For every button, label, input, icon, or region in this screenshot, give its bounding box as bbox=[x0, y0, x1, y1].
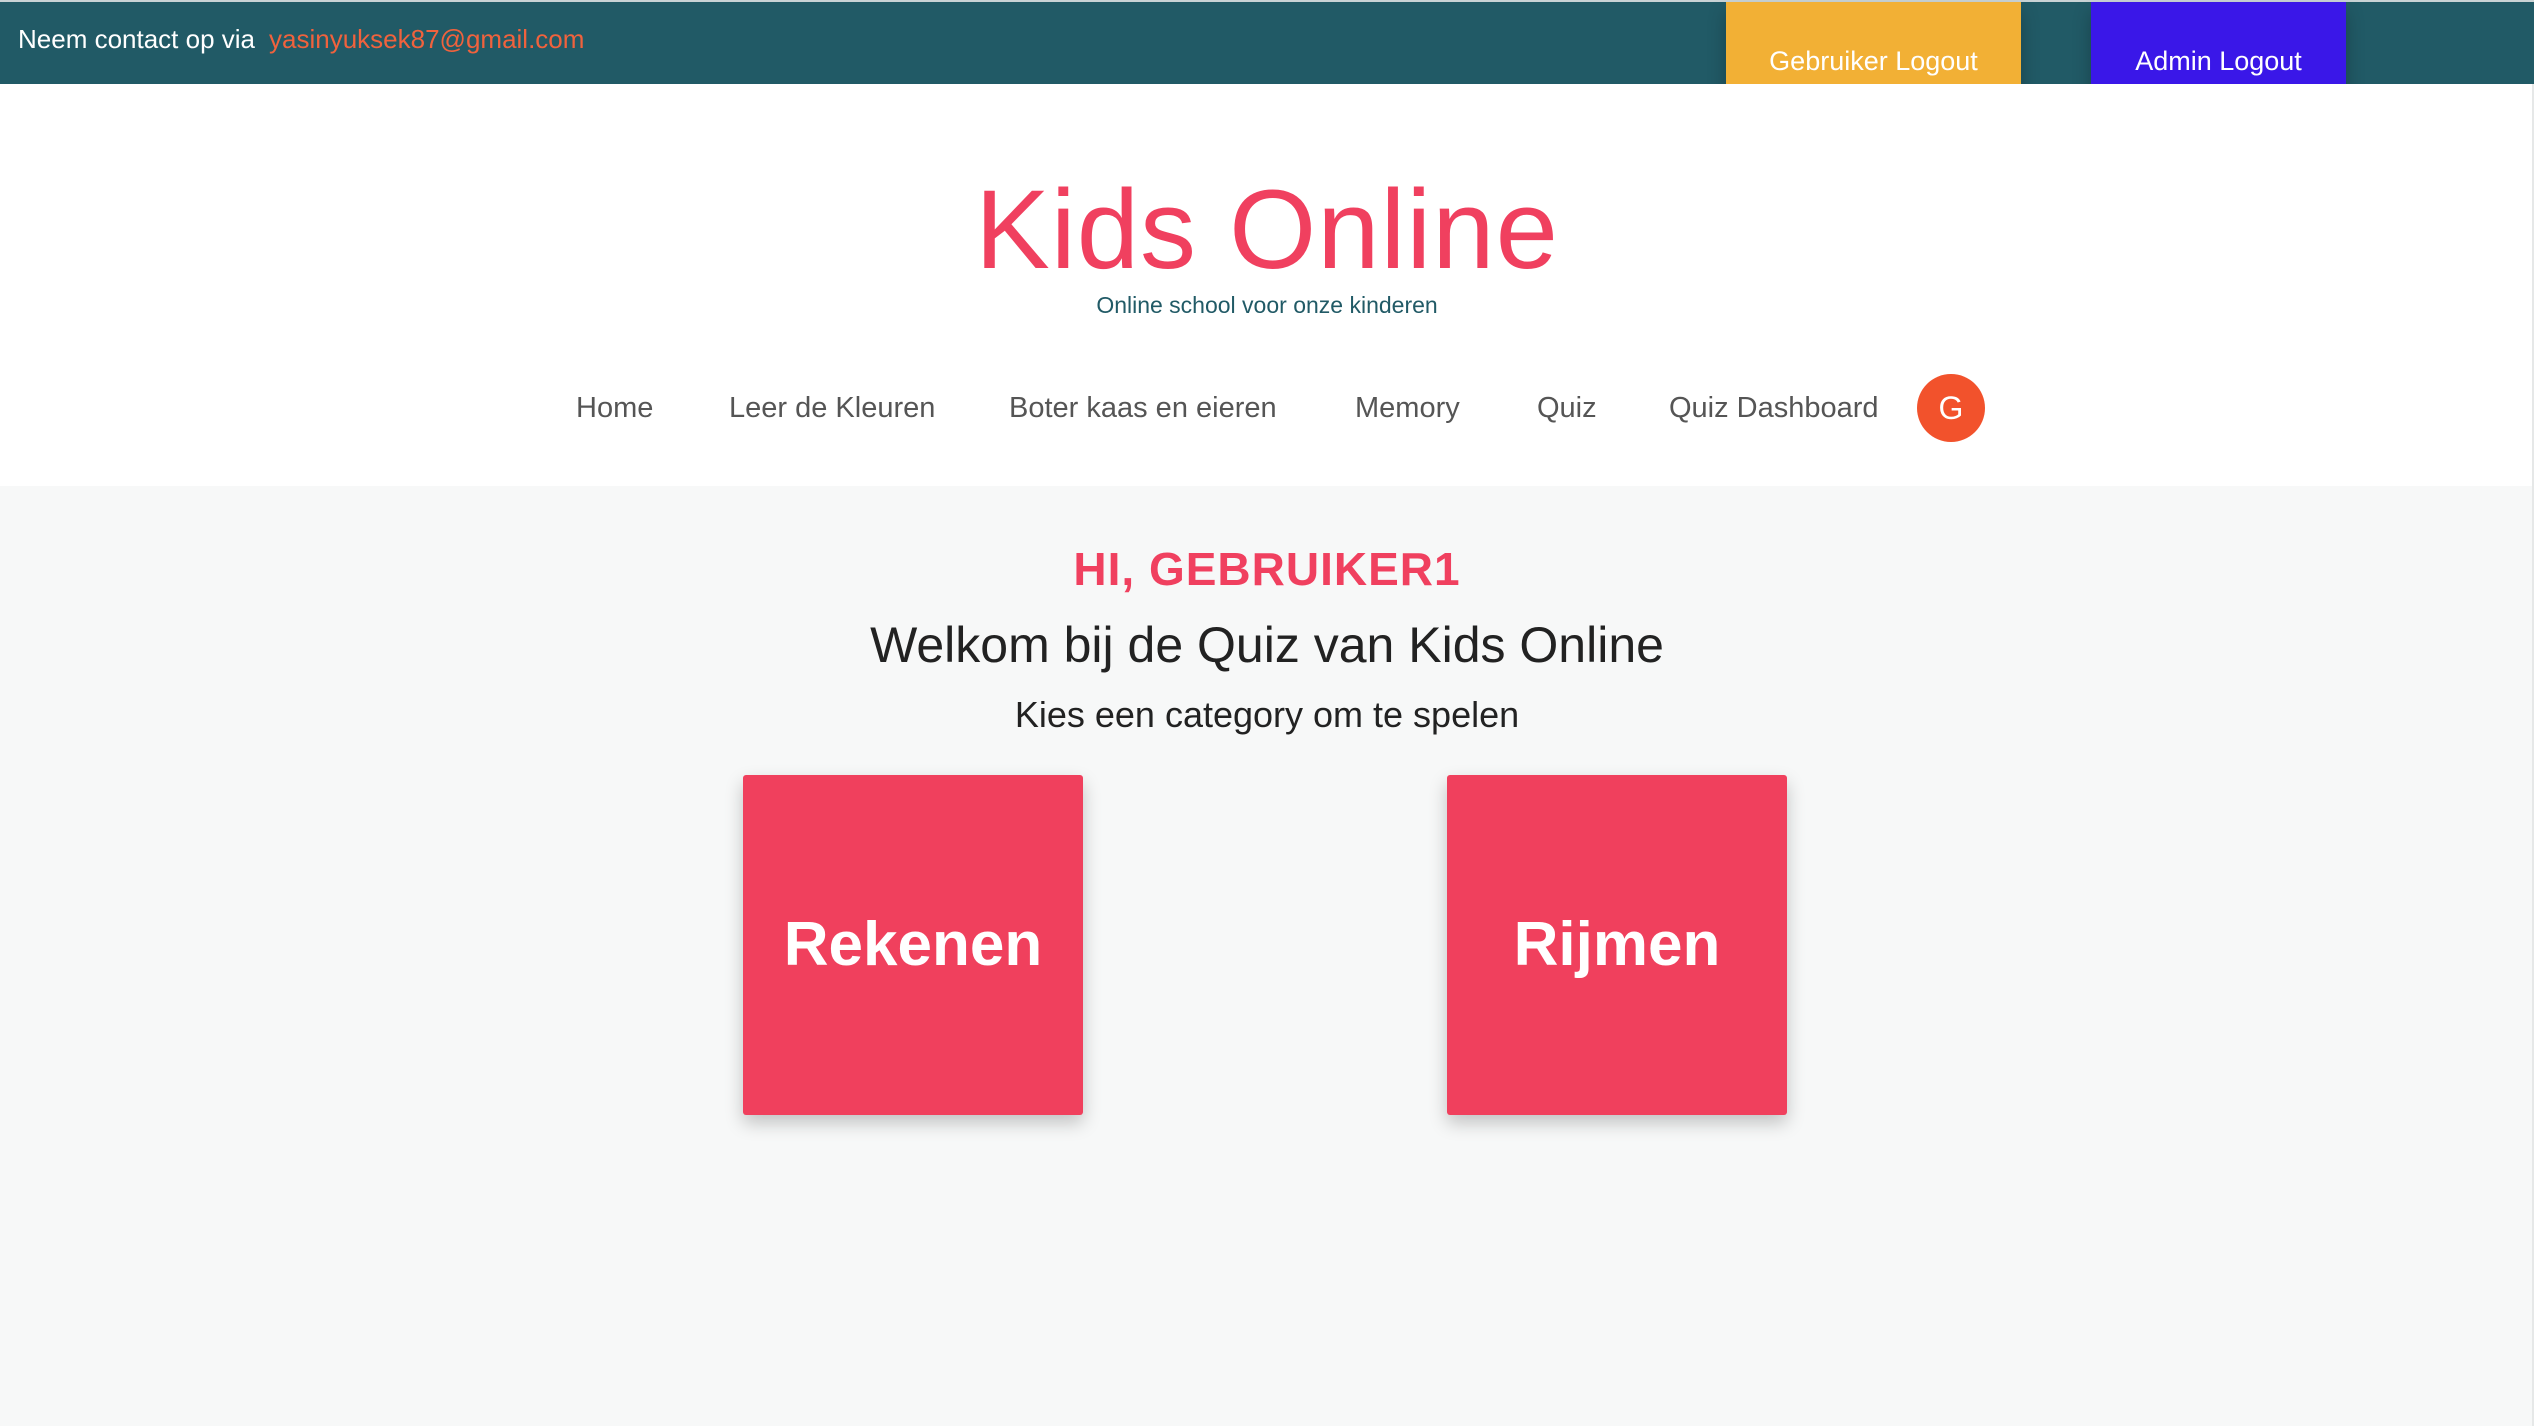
quiz-welcome-heading: Welkom bij de Quiz van Kids Online bbox=[870, 617, 1664, 673]
contact-text: Neem contact op via bbox=[18, 24, 256, 54]
nav-item-quiz[interactable]: Quiz bbox=[1537, 392, 1597, 425]
nav-item-boter-kaas-en-eieren[interactable]: Boter kaas en eieren bbox=[1009, 392, 1277, 425]
page: Neem contact op via yasinyuksek87@gmail.c… bbox=[0, 0, 2534, 1426]
category-card-rijmen[interactable]: Rijmen bbox=[1447, 775, 1787, 1115]
brand-tagline: Online school voor onze kinderen bbox=[1096, 292, 1438, 318]
site-header: Kids Online Online school voor onze kind… bbox=[0, 84, 2534, 486]
category-instruction: Kies een category om te spelen bbox=[1014, 694, 1520, 735]
contact-email-link[interactable]: yasinyuksek87@gmail.com bbox=[269, 24, 584, 54]
main-nav: Home Leer de Kleuren Boter kaas en eiere… bbox=[0, 374, 2534, 444]
nav-item-memory[interactable]: Memory bbox=[1355, 392, 1460, 425]
top-bar: Neem contact op via yasinyuksek87@gmail.c… bbox=[0, 0, 2534, 120]
nav-item-quiz-dashboard[interactable]: Quiz Dashboard bbox=[1669, 392, 1879, 425]
brand-title[interactable]: Kids Online bbox=[0, 174, 2534, 286]
nav-item-leer-de-kleuren[interactable]: Leer de Kleuren bbox=[729, 392, 935, 425]
category-card-rekenen[interactable]: Rekenen bbox=[743, 775, 1083, 1115]
user-avatar[interactable]: G bbox=[1917, 374, 1985, 442]
contact-line: Neem contact op via yasinyuksek87@gmail.c… bbox=[18, 24, 584, 55]
user-greeting: HI, GEBRUIKER1 bbox=[1073, 543, 1461, 595]
nav-item-home[interactable]: Home bbox=[576, 392, 653, 425]
